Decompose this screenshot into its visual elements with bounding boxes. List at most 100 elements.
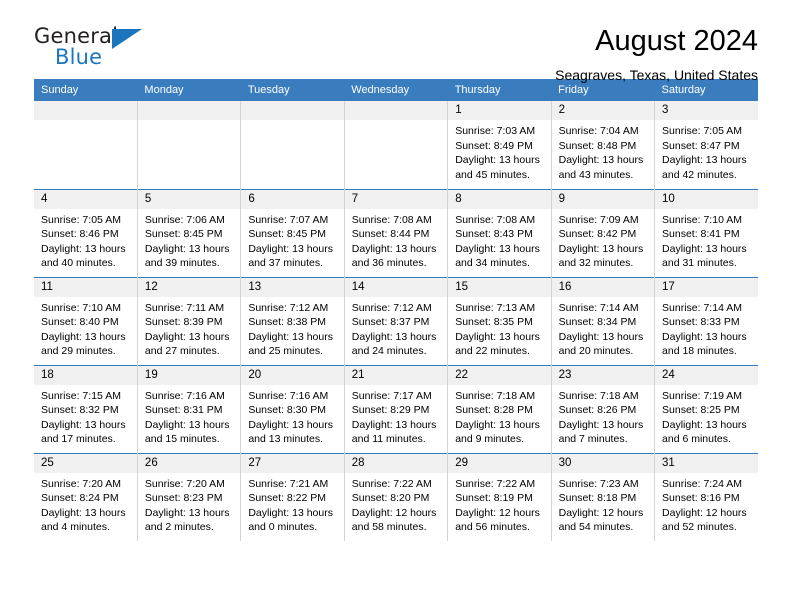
calendar-day-cell[interactable]: 1 Sunrise: 7:03 AM Sunset: 8:49 PM Daylight… (447, 101, 552, 189)
sunset-text: Sunset: 8:34 PM (558, 316, 637, 329)
day-number: 19 (137, 365, 241, 385)
sunset-text: Sunset: 8:40 PM (41, 316, 119, 329)
sunset-text: Sunset: 8:44 PM (351, 228, 430, 241)
sunset-text: Sunset: 8:24 PM (41, 492, 119, 505)
daylight-text-line1: Daylight: 13 hours (455, 242, 540, 255)
sunset-text: Sunset: 8:49 PM (455, 139, 533, 152)
day-number: 5 (137, 189, 241, 209)
day-details: Sunrise: 7:18 AM Sunset: 8:28 PM Daylight:… (448, 385, 550, 447)
day-number: 6 (241, 189, 344, 209)
calendar-day-cell-empty (34, 101, 138, 189)
sunrise-text: Sunrise: 7:05 AM (41, 213, 121, 226)
calendar-day-cell[interactable]: 17 Sunrise: 7:14 AM Sunset: 8:33 PM Dayligh… (654, 276, 758, 365)
calendar-day-cell[interactable]: 11 Sunrise: 7:10 AM Sunset: 8:40 PM Dayligh… (34, 276, 138, 365)
brand-name-blue: Blue (55, 45, 103, 69)
sunset-text: Sunset: 8:18 PM (558, 492, 637, 505)
sunrise-text: Sunrise: 7:05 AM (662, 125, 742, 137)
day-details: Sunrise: 7:08 AM Sunset: 8:44 PM Daylight:… (345, 209, 447, 271)
daylight-text-line2: and 40 minutes. (41, 257, 116, 270)
calendar-day-cell[interactable]: 13 Sunrise: 7:12 AM Sunset: 8:38 PM Dayligh… (240, 276, 345, 365)
day-number: 20 (241, 365, 344, 385)
sunset-text: Sunset: 8:31 PM (144, 404, 223, 417)
daylight-text-line1: Daylight: 12 hours (455, 506, 540, 519)
daylight-text-line2: and 13 minutes. (248, 433, 324, 446)
calendar-day-cell[interactable]: 14 Sunrise: 7:12 AM Sunset: 8:37 PM Dayligh… (344, 276, 449, 365)
brand-logo[interactable]: General Blue (34, 24, 154, 76)
daylight-text-line2: and 22 minutes. (455, 345, 530, 358)
sunrise-text: Sunrise: 7:12 AM (248, 301, 329, 314)
calendar-day-cell[interactable]: 9 Sunrise: 7:09 AM Sunset: 8:42 PM Daylight… (551, 188, 656, 277)
day-number: 29 (448, 453, 551, 473)
calendar-day-cell[interactable]: 12 Sunrise: 7:11 AM Sunset: 8:39 PM Dayligh… (137, 276, 242, 365)
daylight-text-line2: and 27 minutes. (144, 345, 220, 358)
sunset-text: Sunset: 8:25 PM (662, 404, 740, 417)
calendar-day-cell[interactable]: 10 Sunrise: 7:10 AM Sunset: 8:41 PM Dayligh… (654, 188, 758, 277)
sunrise-text: Sunrise: 7:17 AM (351, 389, 432, 402)
calendar-day-cell[interactable]: 4 Sunrise: 7:05 AM Sunset: 8:46 PM Daylight… (34, 188, 138, 277)
day-details: Sunrise: 7:05 AM Sunset: 8:47 PM Daylight:… (655, 120, 758, 182)
calendar-day-cell[interactable]: 15 Sunrise: 7:13 AM Sunset: 8:35 PM Dayligh… (447, 276, 552, 365)
daylight-text-line1: Daylight: 13 hours (41, 506, 126, 519)
calendar-day-cell[interactable]: 31 Sunrise: 7:24 AM Sunset: 8:16 PM Dayligh… (654, 452, 758, 541)
day-number: 1 (448, 101, 551, 120)
weekday-header-sunday: Sunday (34, 79, 138, 101)
sunrise-text: Sunrise: 7:11 AM (144, 301, 225, 314)
daylight-text-line2: and 6 minutes. (662, 433, 731, 446)
sunrise-text: Sunrise: 7:10 AM (662, 213, 742, 226)
daylight-text-line1: Daylight: 13 hours (144, 330, 230, 343)
daylight-text-line2: and 31 minutes. (662, 257, 737, 270)
calendar-day-cell[interactable]: 24 Sunrise: 7:19 AM Sunset: 8:25 PM Dayligh… (654, 364, 758, 453)
day-number (344, 101, 448, 120)
calendar-day-cell[interactable]: 25 Sunrise: 7:20 AM Sunset: 8:24 PM Dayligh… (34, 452, 138, 541)
calendar-day-cell[interactable]: 19 Sunrise: 7:16 AM Sunset: 8:31 PM Dayligh… (137, 364, 242, 453)
daylight-text-line2: and 29 minutes. (41, 345, 116, 358)
daylight-text-line2: and 11 minutes. (351, 433, 426, 446)
sunrise-text: Sunrise: 7:08 AM (351, 213, 432, 226)
calendar-day-cell[interactable]: 7 Sunrise: 7:08 AM Sunset: 8:44 PM Daylight… (344, 188, 449, 277)
calendar-day-cell[interactable]: 3 Sunrise: 7:05 AM Sunset: 8:47 PM Daylight… (655, 101, 758, 189)
day-number: 27 (241, 453, 344, 473)
day-details: Sunrise: 7:14 AM Sunset: 8:33 PM Daylight:… (655, 297, 758, 359)
calendar-day-cell[interactable]: 8 Sunrise: 7:08 AM Sunset: 8:43 PM Daylight… (447, 188, 552, 277)
day-details: Sunrise: 7:12 AM Sunset: 8:38 PM Daylight:… (241, 297, 343, 359)
calendar-day-cell[interactable]: 16 Sunrise: 7:14 AM Sunset: 8:34 PM Dayligh… (551, 276, 656, 365)
calendar-day-cell[interactable]: 22 Sunrise: 7:18 AM Sunset: 8:28 PM Dayligh… (447, 364, 552, 453)
day-number (137, 101, 241, 120)
calendar-day-cell[interactable]: 26 Sunrise: 7:20 AM Sunset: 8:23 PM Dayligh… (137, 452, 242, 541)
calendar-day-cell[interactable]: 6 Sunrise: 7:07 AM Sunset: 8:45 PM Daylight… (240, 188, 345, 277)
daylight-text-line1: Daylight: 13 hours (662, 154, 747, 167)
calendar-day-cell[interactable]: 5 Sunrise: 7:06 AM Sunset: 8:45 PM Daylight… (137, 188, 242, 277)
daylight-text-line2: and 2 minutes. (144, 521, 214, 534)
daylight-text-line1: Daylight: 13 hours (351, 418, 437, 431)
calendar-day-cell-empty (344, 101, 449, 189)
daylight-text-line1: Daylight: 12 hours (558, 506, 644, 519)
day-details: Sunrise: 7:08 AM Sunset: 8:43 PM Daylight:… (448, 209, 550, 271)
daylight-text-line2: and 34 minutes. (455, 257, 530, 270)
day-details: Sunrise: 7:12 AM Sunset: 8:37 PM Daylight:… (345, 297, 447, 359)
sunset-text: Sunset: 8:32 PM (41, 404, 119, 417)
day-number: 14 (344, 277, 448, 297)
calendar-page: General Blue August 2024 Seagraves, Texa… (0, 0, 792, 612)
calendar-day-cell[interactable]: 18 Sunrise: 7:15 AM Sunset: 8:32 PM Dayligh… (34, 364, 138, 453)
calendar-day-cell[interactable]: 30 Sunrise: 7:23 AM Sunset: 8:18 PM Dayligh… (551, 452, 656, 541)
daylight-text-line1: Daylight: 13 hours (144, 418, 230, 431)
day-number: 23 (551, 365, 655, 385)
calendar-day-cell[interactable]: 27 Sunrise: 7:21 AM Sunset: 8:22 PM Dayligh… (240, 452, 345, 541)
day-number (241, 101, 344, 120)
day-number: 3 (655, 101, 758, 120)
calendar-day-cell[interactable]: 2 Sunrise: 7:04 AM Sunset: 8:48 PM Daylight… (551, 101, 656, 189)
daylight-text-line2: and 15 minutes. (144, 433, 220, 446)
calendar-day-cell[interactable]: 28 Sunrise: 7:22 AM Sunset: 8:20 PM Dayligh… (344, 452, 449, 541)
calendar-day-cell[interactable]: 21 Sunrise: 7:17 AM Sunset: 8:29 PM Dayligh… (344, 364, 449, 453)
calendar-day-cell[interactable]: 20 Sunrise: 7:16 AM Sunset: 8:30 PM Dayligh… (240, 364, 345, 453)
day-details: Sunrise: 7:10 AM Sunset: 8:41 PM Daylight:… (655, 209, 758, 271)
sunset-text: Sunset: 8:23 PM (144, 492, 223, 505)
daylight-text-line2: and 36 minutes. (351, 257, 427, 270)
calendar-day-cell[interactable]: 23 Sunrise: 7:18 AM Sunset: 8:26 PM Dayligh… (551, 364, 656, 453)
day-number: 31 (655, 453, 758, 473)
daylight-text-line1: Daylight: 13 hours (41, 418, 126, 431)
day-number: 18 (34, 365, 137, 385)
calendar-body: 1 Sunrise: 7:03 AM Sunset: 8:49 PM Daylight… (34, 101, 758, 541)
calendar-day-cell[interactable]: 29 Sunrise: 7:22 AM Sunset: 8:19 PM Dayligh… (447, 452, 552, 541)
day-details: Sunrise: 7:21 AM Sunset: 8:22 PM Daylight:… (241, 473, 343, 535)
